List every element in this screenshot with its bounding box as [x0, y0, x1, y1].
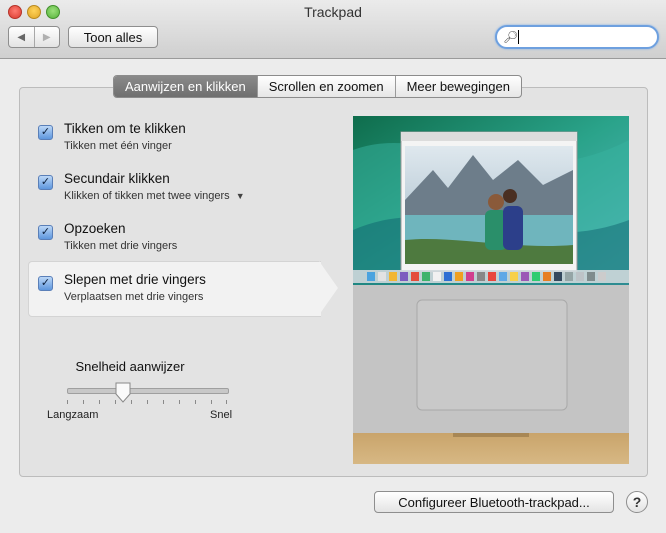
text-caret	[518, 30, 519, 44]
chevron-down-icon[interactable]: ▼	[236, 191, 245, 201]
slider-max-label: Snel	[210, 409, 233, 421]
title-bar: Trackpad ◀ ▶ Toon alles 🔎︎	[0, 0, 666, 59]
option-title: Slepen met drie vingers	[64, 272, 206, 287]
slider-min-label: Langzaam	[47, 409, 99, 421]
option-title: Secundair klikken	[64, 171, 170, 186]
option-title: Tikken om te klikken	[64, 121, 186, 136]
checkbox-tap-to-click[interactable]: ✓	[38, 125, 53, 140]
search-field[interactable]: 🔎︎	[495, 25, 659, 49]
slider-ticks	[67, 400, 227, 404]
tab-more-gestures[interactable]: Meer bewegingen	[394, 76, 521, 97]
checkbox-secondary-click[interactable]: ✓	[38, 175, 53, 190]
option-subtitle: Tikken met drie vingers	[64, 240, 178, 252]
gesture-preview-image	[353, 110, 629, 464]
back-arrow-icon[interactable]: ◀	[9, 27, 34, 47]
selected-option-highlight	[28, 261, 321, 317]
window-title: Trackpad	[304, 4, 362, 20]
configure-bluetooth-trackpad-button[interactable]: Configureer Bluetooth-trackpad...	[374, 491, 614, 513]
checkbox-three-finger-drag[interactable]: ✓	[38, 276, 53, 291]
tab-bar: Aanwijzen en klikken Scrollen en zoomen …	[113, 75, 522, 98]
show-all-button[interactable]: Toon alles	[68, 26, 158, 48]
tab-scroll-and-zoom[interactable]: Scrollen en zoomen	[256, 76, 395, 97]
back-forward-control: ◀ ▶	[8, 26, 60, 48]
help-button[interactable]: ?	[626, 491, 648, 513]
slider-thumb[interactable]	[115, 382, 131, 404]
magnifier-icon: 🔎︎	[503, 30, 519, 44]
option-subtitle[interactable]: Klikken of tikken met twee vingers ▼	[64, 190, 245, 202]
selection-pointer	[319, 261, 338, 315]
tracking-speed-label: Snelheid aanwijzer	[75, 359, 185, 374]
checkbox-look-up[interactable]: ✓	[38, 225, 53, 240]
option-title: Opzoeken	[64, 221, 126, 236]
tracking-speed-slider[interactable]	[67, 388, 229, 394]
tab-point-and-click[interactable]: Aanwijzen en klikken	[114, 76, 257, 97]
option-subtitle: Verplaatsen met drie vingers	[64, 291, 204, 303]
forward-arrow-icon[interactable]: ▶	[33, 27, 60, 47]
option-subtitle: Tikken met één vinger	[64, 140, 172, 152]
